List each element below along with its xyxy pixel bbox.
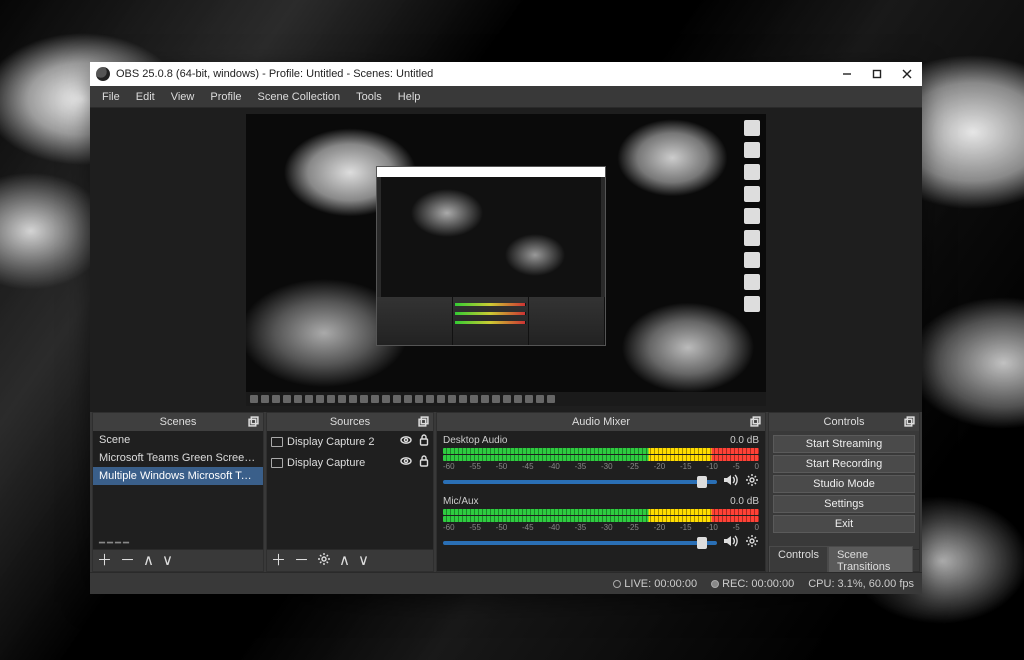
visibility-toggle-icon[interactable] xyxy=(400,434,412,449)
move-scene-up-button[interactable]: ∧ xyxy=(143,553,154,568)
move-source-down-button[interactable]: ∨ xyxy=(358,553,369,568)
close-button[interactable] xyxy=(892,62,922,86)
obs-app-icon xyxy=(96,67,110,81)
menu-scene-collection[interactable]: Scene Collection xyxy=(250,88,349,106)
channel-level: 0.0 dB xyxy=(730,435,759,446)
menu-view[interactable]: View xyxy=(163,88,203,106)
move-scene-down-button[interactable]: ∨ xyxy=(162,553,173,568)
vu-meter xyxy=(443,516,759,522)
remove-scene-button[interactable]: － xyxy=(120,553,135,568)
maximize-button[interactable] xyxy=(862,62,892,86)
dock-audio-mixer: Audio Mixer Desktop Audio 0.0 dB -60-55-… xyxy=(436,412,766,572)
vu-meter xyxy=(443,448,759,454)
move-source-up-button[interactable]: ∧ xyxy=(339,553,350,568)
mixer-title: Audio Mixer xyxy=(572,416,630,428)
exit-button[interactable]: Exit xyxy=(773,515,915,533)
gear-icon[interactable] xyxy=(745,534,759,551)
preview-area xyxy=(90,108,922,412)
speaker-icon[interactable] xyxy=(723,534,739,551)
scene-row[interactable]: Microsoft Teams Green Screen Backgrou xyxy=(93,449,263,467)
sources-header: Sources xyxy=(267,413,433,431)
popout-icon[interactable] xyxy=(418,416,429,427)
lock-icon[interactable] xyxy=(419,434,429,449)
statusbar: LIVE: 00:00:00 REC: 00:00:00 CPU: 3.1%, … xyxy=(90,572,922,594)
titlebar[interactable]: OBS 25.0.8 (64-bit, windows) - Profile: … xyxy=(90,62,922,86)
source-label: Display Capture xyxy=(287,457,365,469)
vu-meter xyxy=(443,509,759,515)
popout-icon[interactable] xyxy=(750,416,761,427)
scenes-header: Scenes xyxy=(93,413,263,431)
sources-title: Sources xyxy=(330,416,370,428)
source-properties-button[interactable] xyxy=(317,552,331,569)
mixer-body: Desktop Audio 0.0 dB -60-55-50-45-40-35-… xyxy=(437,431,765,571)
minimize-button[interactable] xyxy=(832,62,862,86)
status-live: LIVE: 00:00:00 xyxy=(613,578,697,590)
scenes-list[interactable]: Scene Microsoft Teams Green Screen Backg… xyxy=(93,431,263,549)
display-capture-icon xyxy=(271,437,283,447)
visibility-toggle-icon[interactable] xyxy=(400,455,412,470)
menubar: File Edit View Profile Scene Collection … xyxy=(90,86,922,108)
display-capture-icon xyxy=(271,458,283,468)
mixer-channel: Mic/Aux 0.0 dB -60-55-50-45-40-35-30-25-… xyxy=(437,492,765,553)
speaker-icon[interactable] xyxy=(723,473,739,490)
source-row[interactable]: Display Capture xyxy=(267,452,433,473)
scenes-title: Scenes xyxy=(160,416,197,428)
source-label: Display Capture 2 xyxy=(287,436,374,448)
obs-window: OBS 25.0.8 (64-bit, windows) - Profile: … xyxy=(90,62,922,594)
overflow-dots: ━━━━ xyxy=(93,538,263,549)
controls-header: Controls xyxy=(769,413,919,431)
tab-controls[interactable]: Controls xyxy=(769,546,828,576)
status-rec: REC: 00:00:00 xyxy=(711,578,794,590)
meter-ticks: -60-55-50-45-40-35-30-25-20-15-10-50 xyxy=(443,462,759,471)
add-source-button[interactable]: ＋ xyxy=(271,553,286,568)
controls-title: Controls xyxy=(824,416,865,428)
remove-source-button[interactable]: － xyxy=(294,553,309,568)
menu-profile[interactable]: Profile xyxy=(202,88,249,106)
dock-controls: Controls Start Streaming Start Recording… xyxy=(768,412,920,572)
channel-level: 0.0 dB xyxy=(730,496,759,507)
mixer-channel: Desktop Audio 0.0 dB -60-55-50-45-40-35-… xyxy=(437,431,765,492)
mixer-header: Audio Mixer xyxy=(437,413,765,431)
controls-body: Start Streaming Start Recording Studio M… xyxy=(769,431,919,549)
channel-name: Desktop Audio xyxy=(443,435,508,446)
preview-canvas[interactable] xyxy=(246,114,766,406)
menu-tools[interactable]: Tools xyxy=(348,88,390,106)
volume-slider[interactable] xyxy=(443,480,717,484)
sources-list[interactable]: Display Capture 2 Display Capture xyxy=(267,431,433,549)
lock-icon[interactable] xyxy=(419,455,429,470)
gear-icon[interactable] xyxy=(745,473,759,490)
status-cpu: CPU: 3.1%, 60.00 fps xyxy=(808,578,914,590)
studio-mode-button[interactable]: Studio Mode xyxy=(773,475,915,493)
start-streaming-button[interactable]: Start Streaming xyxy=(773,435,915,453)
volume-slider[interactable] xyxy=(443,541,717,545)
dock-sources: Sources Display Capture 2 Display Captur… xyxy=(266,412,434,572)
menu-help[interactable]: Help xyxy=(390,88,429,106)
dock-scenes: Scenes Scene Microsoft Teams Green Scree… xyxy=(92,412,264,572)
settings-button[interactable]: Settings xyxy=(773,495,915,513)
source-row[interactable]: Display Capture 2 xyxy=(267,431,433,452)
tab-scene-transitions[interactable]: Scene Transitions xyxy=(828,546,913,576)
preview-taskbar xyxy=(246,392,766,406)
menu-file[interactable]: File xyxy=(94,88,128,106)
preview-desktop-icons xyxy=(744,120,760,312)
preview-inner-window xyxy=(376,166,606,346)
add-scene-button[interactable]: ＋ xyxy=(97,553,112,568)
scene-row[interactable]: Multiple Windows Microsoft Teams xyxy=(93,467,263,485)
vu-meter xyxy=(443,455,759,461)
popout-icon[interactable] xyxy=(248,416,259,427)
start-recording-button[interactable]: Start Recording xyxy=(773,455,915,473)
window-title: OBS 25.0.8 (64-bit, windows) - Profile: … xyxy=(116,68,832,80)
channel-name: Mic/Aux xyxy=(443,496,479,507)
menu-edit[interactable]: Edit xyxy=(128,88,163,106)
scene-row[interactable]: Scene xyxy=(93,431,263,449)
popout-icon[interactable] xyxy=(904,416,915,427)
meter-ticks: -60-55-50-45-40-35-30-25-20-15-10-50 xyxy=(443,523,759,532)
